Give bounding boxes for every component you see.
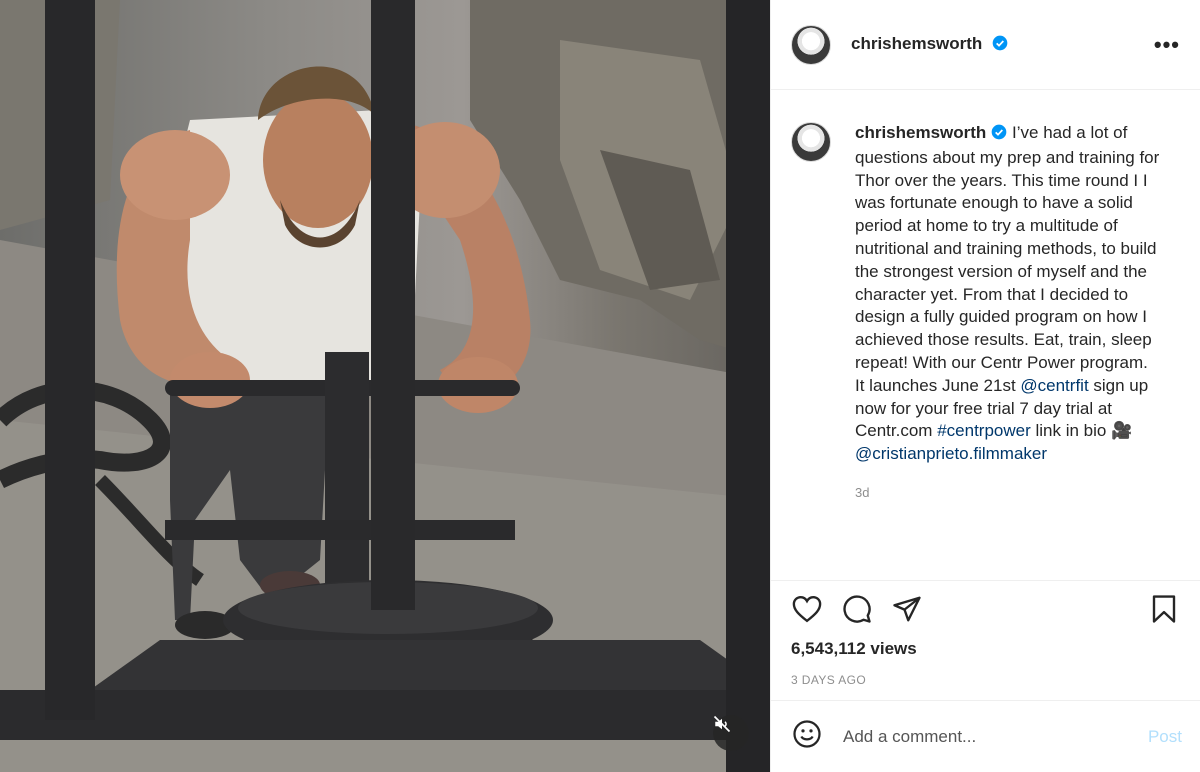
post-side-panel: chrishemsworth ••• chrishemsworth I’ve h… [770, 0, 1200, 772]
actions-area: 6,543,112 views 3 DAYS AGO [771, 580, 1200, 687]
caption: chrishemsworth I’ve had a lot of questio… [855, 122, 1165, 580]
caption-verified-badge-icon [991, 124, 1007, 147]
caption-avatar[interactable] [791, 122, 831, 162]
comment-button[interactable] [841, 594, 873, 629]
view-count[interactable]: 6,543,112 views [791, 639, 1180, 659]
emoji-icon [792, 719, 822, 754]
comment-icon [842, 594, 872, 629]
bookmark-icon [1151, 594, 1177, 629]
like-button[interactable] [791, 595, 823, 627]
share-button[interactable] [891, 595, 923, 627]
post-comment-button[interactable]: Post [1148, 727, 1182, 747]
comment-input[interactable] [843, 726, 1148, 747]
mention-centrfit[interactable]: @centrfit [1020, 376, 1088, 395]
save-button[interactable] [1148, 594, 1180, 629]
post-header: chrishemsworth ••• [771, 0, 1200, 90]
heart-icon [792, 595, 822, 628]
caption-text-a: It launches June 21st [855, 375, 1021, 395]
video-frame [0, 0, 770, 772]
emoji-button[interactable] [791, 719, 823, 754]
avatar[interactable] [791, 24, 831, 65]
post-video[interactable] [0, 0, 770, 772]
caption-username[interactable]: chrishemsworth [855, 123, 1007, 142]
caption-area: chrishemsworth I’ve had a lot of questio… [771, 90, 1200, 580]
caption-paragraph-1: I’ve had a lot of questions about my pre… [855, 123, 1160, 372]
header-username[interactable]: chrishemsworth [851, 34, 1008, 56]
mute-button[interactable] [713, 715, 749, 751]
verified-badge-icon [992, 35, 1008, 56]
caption-text-c: link in bio 🎥 [1030, 421, 1133, 441]
caption-paragraph-2: It launches June 21st @centrfit sign up … [855, 375, 1165, 466]
action-row [791, 581, 1180, 641]
share-icon [892, 595, 922, 628]
caption-username-text: chrishemsworth [855, 123, 987, 142]
hashtag-centrpower[interactable]: #centrpower [937, 421, 1031, 440]
mention-filmmaker[interactable]: @cristianprieto.filmmaker [855, 444, 1047, 463]
more-options-button[interactable]: ••• [1154, 33, 1180, 56]
username-text: chrishemsworth [851, 33, 983, 53]
post-date[interactable]: 3 DAYS AGO [791, 673, 1180, 687]
caption-text: chrishemsworth I’ve had a lot of questio… [855, 122, 1165, 375]
comment-form: Post [771, 700, 1200, 772]
caption-timestamp[interactable]: 3d [855, 482, 1165, 505]
